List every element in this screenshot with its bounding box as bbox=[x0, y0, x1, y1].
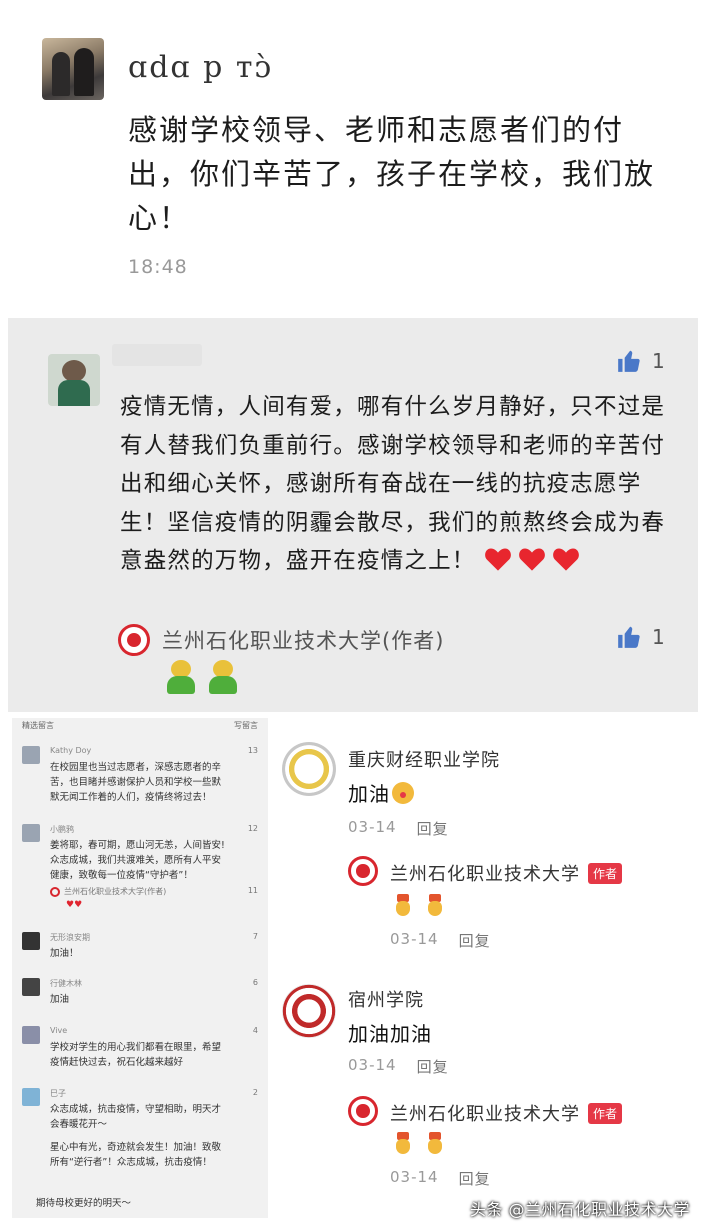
mini-header: 精选留言 写留言 bbox=[12, 718, 268, 732]
mini-comment-text: 星心中有光，奇迹就会发生！加油！致敬所有“逆行者”！众志成城，抗击疫情！ bbox=[50, 1142, 222, 1168]
mini-title: 精选留言 bbox=[22, 721, 54, 730]
comment-text: 疫情无情，人间有爱，哪有什么岁月静好，只不过是有人替我们负重前行。感谢学校领导和… bbox=[120, 388, 670, 581]
mini-comment-text: 姜将耶，春可期，愿山河无恙，人间皆安!众志成城，我们共渡难关，愿所有人平安健康，… bbox=[50, 840, 225, 881]
comment-text: 加油加油 bbox=[348, 1022, 432, 1046]
mini-like-count[interactable]: 6 bbox=[253, 978, 258, 987]
like-count: 1 bbox=[652, 349, 665, 373]
author-reply-header: 兰州石化职业技术大学 作者 bbox=[390, 1100, 623, 1126]
comment-date: 03-14 bbox=[348, 818, 397, 836]
author-name[interactable]: 兰州石化职业技术大学 bbox=[390, 1100, 580, 1126]
mini-comment-text: 加油！ bbox=[50, 948, 79, 959]
university-logo bbox=[348, 856, 378, 886]
mini-reply-name: 兰州石化职业技术大学(作者) bbox=[64, 887, 167, 896]
blurred-username bbox=[112, 344, 202, 366]
mini-username: 无形浪安期 bbox=[50, 933, 90, 942]
university-logo bbox=[50, 886, 60, 897]
reply-button[interactable]: 回复 bbox=[459, 1168, 491, 1189]
comment-body: 加油 bbox=[348, 782, 390, 806]
comment-meta: 03-14 回复 bbox=[348, 818, 449, 839]
comment-meta: 03-14 回复 bbox=[348, 1056, 449, 1077]
fist-icon bbox=[394, 1132, 412, 1154]
watermark: 头条 @兰州石化职业技术大学 bbox=[469, 1200, 690, 1219]
avatar[interactable] bbox=[48, 354, 100, 406]
comment-meta: 03-14 回复 bbox=[390, 1168, 491, 1189]
mini-username: 巳子 bbox=[50, 1089, 66, 1098]
mini-comment-text: 众志成城，抗击疫情，守望相助，明天才会春暖花开～ bbox=[50, 1104, 222, 1130]
comment-card-2: 1 疫情无情，人间有爱，哪有什么岁月静好，只不过是有人替我们负重前行。感谢学校领… bbox=[8, 318, 698, 712]
reply-like-button[interactable]: 1 bbox=[616, 624, 665, 650]
mini-like-count[interactable]: 4 bbox=[253, 1026, 258, 1035]
mini-comment-text: 加油 bbox=[50, 994, 70, 1005]
comment-body: 疫情无情，人间有爱，哪有什么岁月静好，只不过是有人替我们负重前行。感谢学校领导和… bbox=[120, 394, 666, 574]
fist-emoji-row bbox=[394, 1132, 444, 1154]
timestamp: 18:48 bbox=[128, 256, 188, 278]
reply-button[interactable]: 回复 bbox=[459, 930, 491, 951]
comment-date: 03-14 bbox=[348, 1056, 397, 1074]
commenter-name[interactable]: 重庆财经职业学院 bbox=[348, 746, 500, 772]
mini-comment-text: 期待母校更好的明天～ bbox=[36, 1198, 132, 1209]
like-count: 1 bbox=[652, 625, 665, 649]
fist-icon bbox=[426, 894, 444, 916]
avatar bbox=[22, 978, 40, 996]
avatar bbox=[22, 932, 40, 950]
heart-icon bbox=[484, 548, 511, 571]
university-logo[interactable] bbox=[282, 984, 336, 1038]
mini-like-count[interactable]: 7 bbox=[253, 932, 258, 941]
author-reply-header: 兰州石化职业技术大学 作者 bbox=[390, 860, 623, 886]
mini-reply-like-count[interactable]: 11 bbox=[248, 886, 258, 895]
avatar[interactable] bbox=[42, 38, 104, 100]
kiss-emoji-icon bbox=[392, 782, 414, 804]
mini-username: 小鹏鸦 bbox=[50, 825, 74, 834]
comment-text: 加油 bbox=[348, 778, 414, 807]
mini-username: Kathy Doy bbox=[50, 746, 92, 755]
comment-text: 感谢学校领导、老师和志愿者们的付出，你们辛苦了，孩子在学校，我们放心！ bbox=[128, 113, 656, 235]
author-badge: 作者 bbox=[588, 862, 623, 884]
comment-list: 重庆财经职业学院 加油 03-14 回复 兰州石化职业技术大学 作者 03-14… bbox=[276, 718, 706, 1232]
fist-icon bbox=[394, 894, 412, 916]
heart-icon bbox=[518, 548, 545, 571]
avatar bbox=[22, 746, 40, 764]
heart-icon: ♥♥ bbox=[66, 900, 83, 910]
mini-username: Vive bbox=[50, 1026, 68, 1035]
university-logo[interactable] bbox=[282, 742, 336, 796]
avatar bbox=[22, 824, 40, 842]
author-name[interactable]: 兰州石化职业技术大学(作者) bbox=[162, 625, 444, 655]
mini-username: 行健木林 bbox=[50, 979, 82, 988]
username[interactable]: ɑdɑ p ᴛᴐ̀ bbox=[128, 50, 273, 85]
mini-like-count[interactable]: 12 bbox=[248, 824, 258, 833]
author-reply: 兰州石化职业技术大学(作者) bbox=[118, 624, 444, 656]
university-logo bbox=[118, 624, 150, 656]
avatar bbox=[22, 1026, 40, 1044]
university-logo bbox=[348, 1096, 378, 1126]
heart-icon bbox=[552, 548, 579, 571]
mini-like-count[interactable]: 13 bbox=[248, 746, 258, 755]
author-badge: 作者 bbox=[588, 1102, 623, 1124]
commenter-name[interactable]: 宿州学院 bbox=[348, 986, 424, 1012]
avatar bbox=[22, 1088, 40, 1106]
mini-author-reply: 兰州石化职业技术大学(作者) bbox=[50, 886, 166, 897]
mini-write-link[interactable]: 写留言 bbox=[234, 720, 258, 731]
mini-comment-text: 在校园里也当过志愿者，深感志愿者的辛苦，也目睹并感谢保护人员和学校一些默默无闻工… bbox=[50, 762, 222, 803]
emoji-row bbox=[164, 660, 240, 694]
comment-date: 03-14 bbox=[390, 1168, 439, 1186]
comment-meta: 03-14 回复 bbox=[390, 930, 491, 951]
mini-like-count[interactable]: 2 bbox=[253, 1088, 258, 1097]
like-button[interactable]: 1 bbox=[616, 348, 665, 374]
fist-icon bbox=[426, 1132, 444, 1154]
comment-date: 03-14 bbox=[390, 930, 439, 948]
thumbs-up-icon bbox=[618, 350, 640, 372]
fist-emoji-row bbox=[394, 894, 444, 916]
reply-button[interactable]: 回复 bbox=[417, 818, 449, 839]
cheer-emoji-icon bbox=[164, 660, 198, 694]
comment-card-1: ɑdɑ p ᴛᴐ̀ 感谢学校领导、老师和志愿者们的付出，你们辛苦了，孩子在学校，… bbox=[0, 0, 706, 312]
reply-button[interactable]: 回复 bbox=[417, 1056, 449, 1077]
thumbs-up-icon bbox=[618, 626, 640, 648]
embedded-comment-screenshot: 精选留言 写留言 Kathy Doy 13 在校园里也当过志愿者，深感志愿者的辛… bbox=[12, 718, 268, 1218]
cheer-emoji-icon bbox=[206, 660, 240, 694]
author-name[interactable]: 兰州石化职业技术大学 bbox=[390, 860, 580, 886]
mini-comment-text: 学校对学生的用心我们都看在眼里，希望疫情赶快过去，祝石化越来越好 bbox=[50, 1042, 222, 1068]
